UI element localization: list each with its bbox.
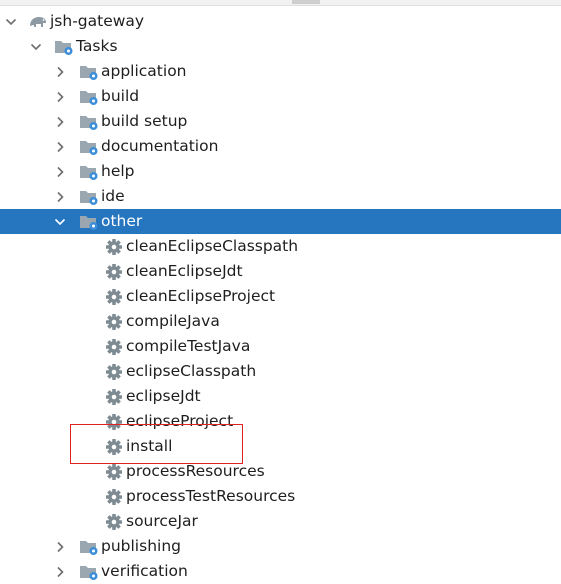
task-compileJava[interactable]: compileJava	[0, 309, 561, 334]
chevron-right-icon[interactable]	[53, 84, 67, 109]
tree-label-tasks: Tasks	[76, 37, 118, 55]
task-label: cleanEclipseJdt	[126, 262, 243, 280]
folder-gear-icon	[79, 188, 99, 206]
task-group-label: help	[101, 162, 135, 180]
task-group-label: publishing	[101, 537, 181, 555]
task-group-application[interactable]: application	[0, 59, 561, 84]
folder-gear-icon	[79, 63, 99, 81]
task-eclipseProject[interactable]: eclipseProject	[0, 409, 561, 434]
chevron-right-icon[interactable]	[53, 59, 67, 84]
task-compileTestJava[interactable]: compileTestJava	[0, 334, 561, 359]
task-label: install	[126, 437, 173, 455]
task-group-label: build	[101, 87, 140, 105]
task-install[interactable]: install	[0, 434, 561, 459]
task-group-ide[interactable]: ide	[0, 184, 561, 209]
folder-gear-icon	[79, 113, 99, 131]
gradle-elephant-icon	[28, 13, 48, 31]
chevron-right-icon[interactable]	[53, 159, 67, 184]
task-sourceJar[interactable]: sourceJar	[0, 509, 561, 534]
folder-gear-icon	[79, 213, 99, 231]
task-group-documentation[interactable]: documentation	[0, 134, 561, 159]
task-cleanEclipseJdt[interactable]: cleanEclipseJdt	[0, 259, 561, 284]
chevron-right-icon[interactable]	[53, 559, 67, 584]
task-label: cleanEclipseProject	[126, 287, 276, 305]
gear-icon	[104, 388, 124, 406]
task-label: eclipseClasspath	[126, 362, 257, 380]
task-eclipseClasspath[interactable]: eclipseClasspath	[0, 359, 561, 384]
task-cleanEclipseClasspath[interactable]: cleanEclipseClasspath	[0, 234, 561, 259]
chevron-down-icon[interactable]	[29, 34, 43, 59]
gradle-task-tree[interactable]: jsh-gateway Tasks application build build …	[0, 9, 561, 584]
task-label: compileJava	[126, 312, 220, 330]
gear-icon	[104, 488, 124, 506]
task-group-label: documentation	[101, 137, 219, 155]
task-processTestResources[interactable]: processTestResources	[0, 484, 561, 509]
chevron-right-icon[interactable]	[53, 534, 67, 559]
task-group-build[interactable]: build	[0, 84, 561, 109]
chevron-right-icon[interactable]	[53, 184, 67, 209]
task-group-verification[interactable]: verification	[0, 559, 561, 584]
task-label: compileTestJava	[126, 337, 251, 355]
gear-icon	[104, 313, 124, 331]
task-label: eclipseProject	[126, 412, 234, 430]
task-group-label: ide	[101, 187, 125, 205]
task-group-help[interactable]: help	[0, 159, 561, 184]
folder-gear-icon	[79, 563, 99, 581]
folder-gear-icon	[79, 163, 99, 181]
task-group-label: verification	[101, 562, 188, 580]
gear-icon	[104, 238, 124, 256]
panel-top-strip	[0, 0, 561, 6]
task-label: processResources	[126, 462, 265, 480]
tree-row-root[interactable]: jsh-gateway	[0, 9, 561, 34]
chevron-down-icon[interactable]	[4, 9, 18, 34]
gear-icon	[104, 413, 124, 431]
gear-icon	[104, 288, 124, 306]
task-label: eclipseJdt	[126, 387, 201, 405]
task-group-build-setup[interactable]: build setup	[0, 109, 561, 134]
tree-label-root: jsh-gateway	[50, 12, 145, 30]
task-group-publishing[interactable]: publishing	[0, 534, 561, 559]
folder-gear-icon	[54, 38, 74, 56]
gear-icon	[104, 513, 124, 531]
task-group-label: application	[101, 62, 187, 80]
toolbar-remnant	[292, 0, 320, 4]
tree-row-tasks[interactable]: Tasks	[0, 34, 561, 59]
task-group-other[interactable]: other	[0, 209, 561, 234]
folder-gear-icon	[79, 538, 99, 556]
task-cleanEclipseProject[interactable]: cleanEclipseProject	[0, 284, 561, 309]
task-group-label: build setup	[101, 112, 188, 130]
chevron-right-icon[interactable]	[53, 134, 67, 159]
task-label: sourceJar	[126, 512, 198, 530]
chevron-down-icon[interactable]	[53, 209, 67, 234]
gear-icon	[104, 363, 124, 381]
task-label: cleanEclipseClasspath	[126, 237, 299, 255]
task-processResources[interactable]: processResources	[0, 459, 561, 484]
gear-icon	[104, 438, 124, 456]
task-eclipseJdt[interactable]: eclipseJdt	[0, 384, 561, 409]
gear-icon	[104, 263, 124, 281]
gear-icon	[104, 338, 124, 356]
task-label: processTestResources	[126, 487, 296, 505]
folder-gear-icon	[79, 138, 99, 156]
gear-icon	[104, 463, 124, 481]
task-group-label: other	[101, 212, 143, 230]
folder-gear-icon	[79, 88, 99, 106]
chevron-right-icon[interactable]	[53, 109, 67, 134]
